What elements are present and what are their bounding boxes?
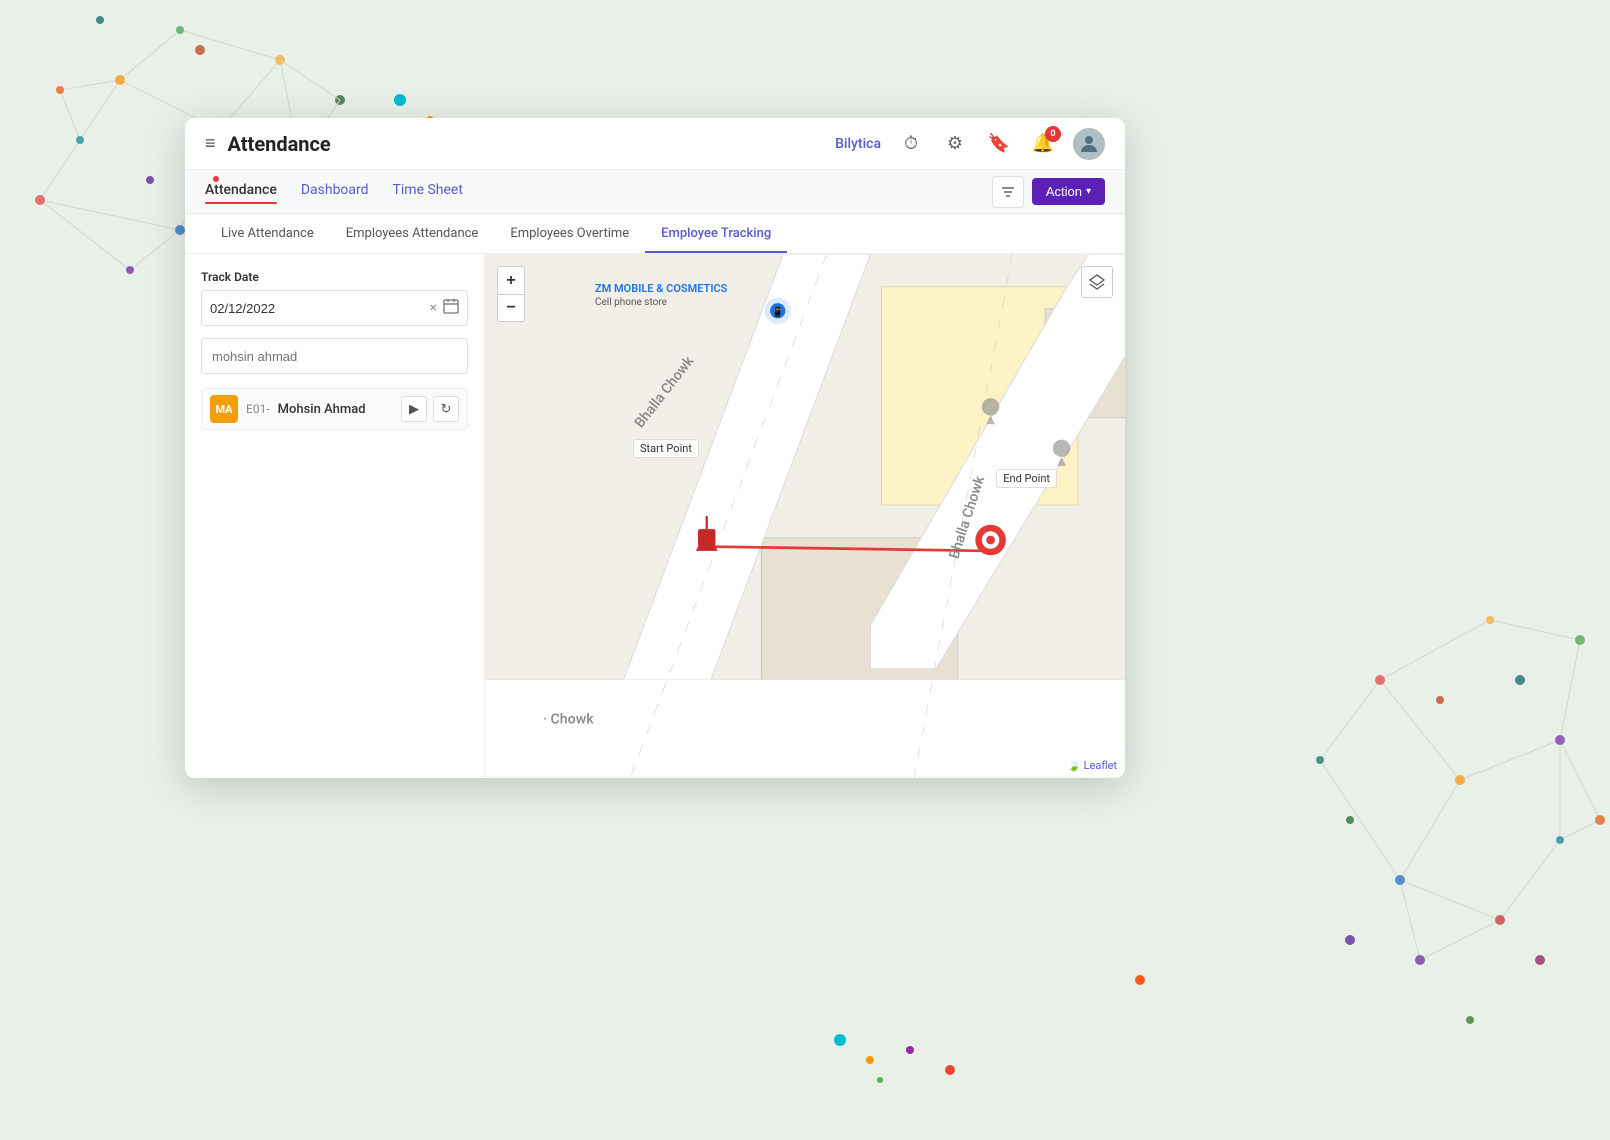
settings-icon[interactable]: ⚙ xyxy=(941,130,969,158)
nav-timesheet[interactable]: Time Sheet xyxy=(393,182,463,202)
map-layer-button[interactable] xyxy=(1081,266,1113,298)
avatar[interactable] xyxy=(1073,128,1105,160)
app-title: Attendance xyxy=(228,132,331,156)
calendar-icon[interactable] xyxy=(443,298,459,318)
top-bar-left: ≡ Attendance xyxy=(205,132,331,156)
content-area: Track Date × MA xyxy=(185,254,1125,778)
bookmark-icon[interactable]: 🔖 xyxy=(985,130,1013,158)
action-button[interactable]: Action ▾ xyxy=(1032,178,1105,205)
notification-badge: 0 xyxy=(1045,126,1061,142)
top-bar: ≡ Attendance Bilytica ⏱ ⚙ 🔖 🔔 0 xyxy=(185,118,1125,170)
map-area: 📱 Bhalla Chowk Bhalla Ch xyxy=(485,254,1125,778)
tab-employees-overtime[interactable]: Employees Overtime xyxy=(494,216,645,253)
svg-text:· Chowk: · Chowk xyxy=(543,711,594,727)
track-date-label: Track Date xyxy=(201,270,468,284)
search-input-wrap[interactable] xyxy=(201,338,468,374)
top-bar-right: Bilytica ⏱ ⚙ 🔖 🔔 0 xyxy=(835,128,1105,160)
employee-id: E01- xyxy=(246,402,270,416)
notification-bell[interactable]: 🔔 0 xyxy=(1029,130,1057,158)
secondary-nav-right: Action ▾ xyxy=(992,176,1105,208)
left-panel: Track Date × MA xyxy=(185,254,485,778)
secondary-nav: Attendance Dashboard Time Sheet Action ▾ xyxy=(185,170,1125,214)
tab-employees-attendance[interactable]: Employees Attendance xyxy=(330,216,495,253)
filter-button[interactable] xyxy=(992,176,1024,208)
date-input[interactable] xyxy=(210,301,430,316)
zoom-in-button[interactable]: + xyxy=(497,266,525,294)
hamburger-icon[interactable]: ≡ xyxy=(205,133,216,154)
leaflet-attribution[interactable]: 🍃 Leaflet xyxy=(1067,759,1117,772)
secondary-nav-links: Attendance Dashboard Time Sheet xyxy=(205,182,463,202)
refresh-button[interactable]: ↻ xyxy=(433,396,459,422)
tab-employee-tracking[interactable]: Employee Tracking xyxy=(645,216,787,253)
tab-live-attendance[interactable]: Live Attendance xyxy=(205,216,330,253)
employee-row: MA E01- Mohsin Ahmad ▶ ↻ xyxy=(201,388,468,430)
bilytica-link[interactable]: Bilytica xyxy=(835,136,881,152)
employee-initials: MA xyxy=(215,403,232,416)
chevron-down-icon: ▾ xyxy=(1086,186,1091,197)
nav-attendance[interactable]: Attendance xyxy=(205,182,277,202)
nav-dashboard[interactable]: Dashboard xyxy=(301,182,369,202)
clear-icon[interactable]: × xyxy=(430,300,437,316)
employee-actions: ▶ ↻ xyxy=(401,396,459,422)
zoom-out-button[interactable]: − xyxy=(497,294,525,322)
play-button[interactable]: ▶ xyxy=(401,396,427,422)
map-controls: + − xyxy=(497,266,525,322)
history-icon[interactable]: ⏱ xyxy=(897,130,925,158)
employee-avatar: MA xyxy=(210,395,238,423)
tab-bar: Live Attendance Employees Attendance Emp… xyxy=(185,214,1125,254)
app-window: ≡ Attendance Bilytica ⏱ ⚙ 🔖 🔔 0 xyxy=(185,118,1125,778)
employee-name: Mohsin Ahmad xyxy=(278,402,366,417)
date-input-wrap[interactable]: × xyxy=(201,290,468,326)
svg-text:📱: 📱 xyxy=(772,306,784,318)
search-input[interactable] xyxy=(212,349,457,364)
